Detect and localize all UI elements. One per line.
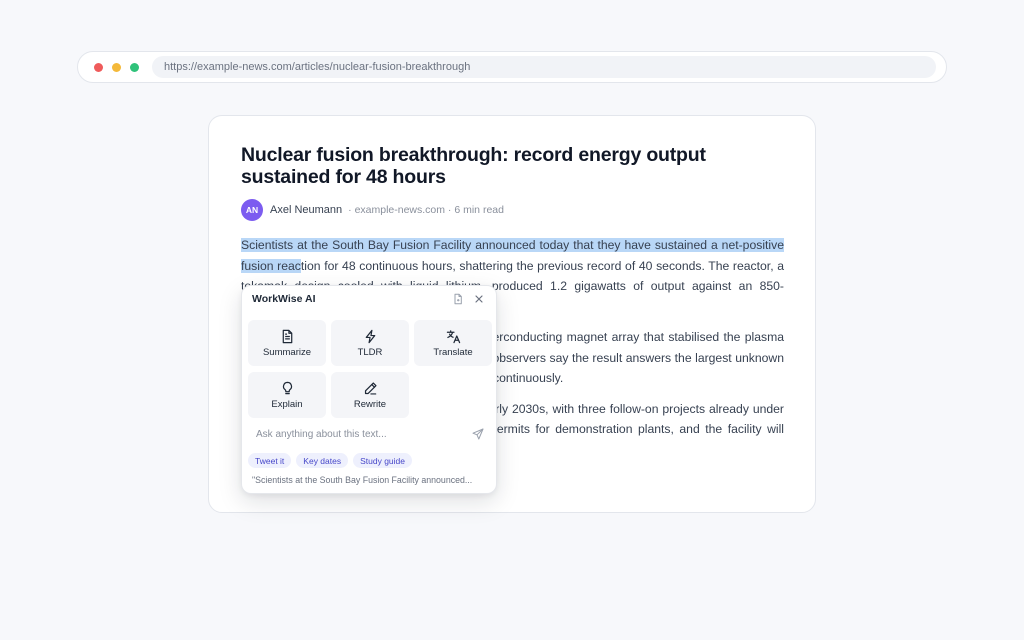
explain-button[interactable]: Explain (248, 372, 326, 418)
action-label: Explain (271, 398, 303, 410)
ask-input[interactable] (256, 428, 466, 440)
address-bar[interactable]: https://example-news.com/articles/nuclea… (152, 56, 936, 78)
suggestion-chips: Tweet it Key dates Study guide (248, 453, 417, 468)
author-name[interactable]: Axel Neumann (270, 204, 342, 216)
summarize-button[interactable]: Summarize (248, 320, 326, 366)
chip-study-guide[interactable]: Study guide (353, 453, 413, 468)
document-icon (282, 329, 292, 343)
lightning-icon (365, 329, 375, 343)
document-export-icon[interactable] (452, 293, 464, 305)
action-label: Summarize (262, 346, 312, 358)
maximize-window-dot[interactable] (130, 62, 139, 72)
tldr-button[interactable]: TLDR (331, 320, 409, 366)
article-title: Nuclear fusion breakthrough: record ener… (241, 144, 706, 188)
byline: AN Axel Neumann · example-news.com · 6 m… (241, 199, 783, 221)
close-window-dot[interactable] (94, 62, 103, 72)
chip-key-dates[interactable]: Key dates (296, 453, 349, 468)
action-label: Rewrite (353, 398, 387, 410)
browser-bar: https://example-news.com/articles/nuclea… (77, 51, 947, 83)
action-label: Translate (433, 346, 473, 358)
selection-quote: "Scientists at the South Bay Fusion Faci… (252, 475, 473, 485)
send-icon[interactable] (472, 428, 484, 440)
chip-tweet-it[interactable]: Tweet it (248, 453, 292, 468)
lightbulb-icon (282, 381, 292, 394)
ai-assistant-popup: WorkWise AI Summarize TLDR Translate Exp… (241, 285, 497, 494)
article-meta: · example-news.com · 6 min read (348, 204, 504, 216)
popup-title: WorkWise AI (252, 293, 316, 305)
pencil-icon (364, 381, 377, 395)
author-avatar: AN (241, 199, 263, 221)
rewrite-button[interactable]: Rewrite (331, 372, 409, 418)
action-label: TLDR (357, 346, 383, 358)
minimize-window-dot[interactable] (112, 62, 121, 72)
translate-icon (446, 329, 460, 343)
translate-button[interactable]: Translate (414, 320, 492, 366)
close-icon[interactable] (473, 293, 485, 305)
ask-row (248, 424, 492, 444)
